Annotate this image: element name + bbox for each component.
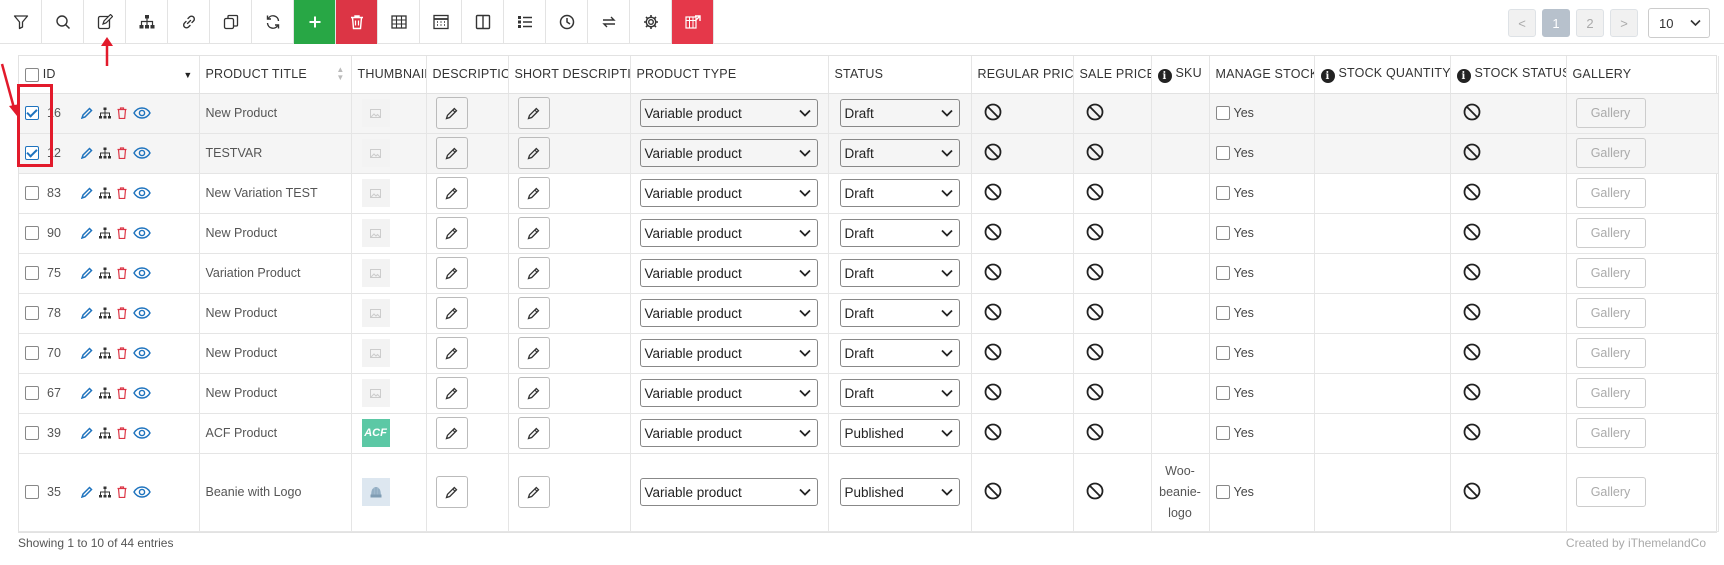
annotation-arrows — [0, 37, 113, 116]
arrow-down-right-icon — [0, 63, 20, 116]
arrow-up-icon — [101, 37, 113, 66]
